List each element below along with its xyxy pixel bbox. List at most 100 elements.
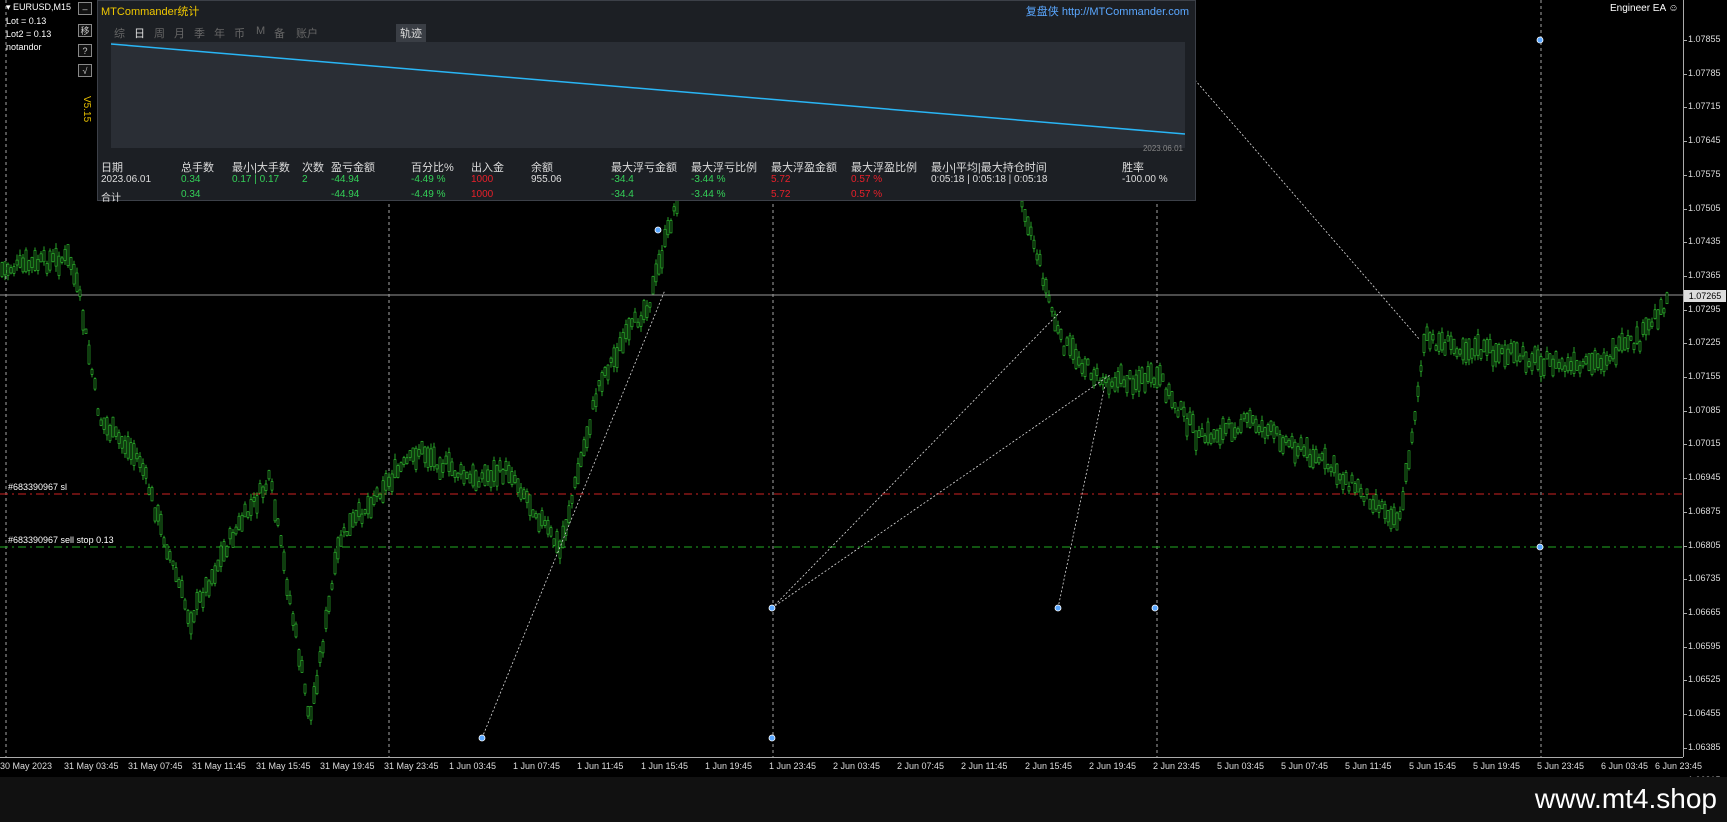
candle-body xyxy=(1260,420,1264,433)
trade-connector xyxy=(771,374,1111,609)
candle-body xyxy=(459,464,463,475)
move-button[interactable]: 移 xyxy=(78,24,92,37)
candle-body xyxy=(1662,308,1666,314)
candle-body xyxy=(1242,413,1246,420)
candle-body xyxy=(1170,391,1174,408)
tab-5[interactable]: 年 xyxy=(214,25,225,41)
candle-body xyxy=(1269,420,1273,432)
time-tick: 2 Jun 07:45 xyxy=(897,761,945,771)
candle-body xyxy=(195,592,199,610)
candle-body xyxy=(99,419,103,426)
candle-body xyxy=(594,393,598,408)
time-axis[interactable]: 30 May 2023 31 May 03:45 31 May 07:45 31 Ma… xyxy=(0,757,1702,777)
candle-body xyxy=(57,255,61,276)
candle-body xyxy=(1569,361,1573,372)
candle-body xyxy=(1629,335,1633,341)
price-tick: 1.07715 xyxy=(1684,101,1721,112)
candle-body xyxy=(1467,338,1471,361)
candle-body xyxy=(1560,358,1564,370)
dropdown-triangle-icon[interactable]: ▾ xyxy=(6,2,11,12)
candle-body xyxy=(1272,424,1276,439)
lot2-label: Lot2 = 0.13 xyxy=(6,29,52,39)
candle-body xyxy=(252,497,256,502)
order-marker xyxy=(768,734,776,742)
tab-2[interactable]: 周 xyxy=(154,25,165,41)
candle-body xyxy=(267,470,271,480)
help-button[interactable]: ? xyxy=(78,44,92,57)
candle-body xyxy=(1422,334,1426,353)
candle-body xyxy=(528,494,532,516)
stats-cell: 1000 xyxy=(471,174,494,185)
candle-body xyxy=(1146,366,1150,382)
candle-body xyxy=(1461,338,1465,361)
time-tick: 2 Jun 03:45 xyxy=(833,761,881,771)
candle-body xyxy=(519,487,523,500)
candle-body xyxy=(612,347,616,367)
tab-6[interactable]: 币 xyxy=(234,25,245,41)
candle-body xyxy=(105,417,109,436)
candle-body xyxy=(579,452,583,467)
stats-cell: 2 xyxy=(302,174,308,185)
candle-body xyxy=(1362,496,1366,502)
candle-body xyxy=(1488,339,1492,354)
time-tick: 2 Jun 15:45 xyxy=(1025,761,1073,771)
candle-body xyxy=(3,261,7,276)
candle-body xyxy=(1137,370,1141,392)
equity-line xyxy=(110,43,1186,135)
stats-cell: -44.94 xyxy=(331,189,360,200)
candle-body xyxy=(456,472,460,478)
tab-4[interactable]: 季 xyxy=(194,25,205,41)
candle-body xyxy=(213,565,217,584)
tab-9[interactable]: 账户 xyxy=(296,25,318,41)
candle-body xyxy=(480,472,484,480)
candle-body xyxy=(426,447,430,468)
tab-1[interactable]: 日 xyxy=(134,25,145,41)
candle-body xyxy=(462,470,466,485)
candle-body xyxy=(111,416,115,438)
candle-body xyxy=(1278,434,1282,452)
tab-7[interactable]: M xyxy=(256,25,265,37)
candle-body xyxy=(201,592,205,608)
candle-body xyxy=(378,493,382,499)
price-tick: 1.07225 xyxy=(1684,337,1721,348)
candle-body xyxy=(633,311,637,323)
candle-body xyxy=(1053,313,1057,332)
candle-body xyxy=(1638,341,1642,352)
tab-track[interactable]: 轨迹 xyxy=(396,24,426,42)
candle-body xyxy=(1296,446,1300,457)
symbol-label: ▾ EURUSD,M15 xyxy=(6,2,72,12)
tab-0[interactable]: 综 xyxy=(114,25,125,41)
candle-body xyxy=(585,426,589,449)
candle-body xyxy=(126,436,130,459)
candle-body xyxy=(351,512,355,528)
candle-body xyxy=(264,483,268,491)
mtcommander-link[interactable]: 复盘侠 http://MTCommander.com xyxy=(1026,3,1189,19)
candle-body xyxy=(78,289,82,298)
stats-header: 次数 xyxy=(302,162,324,174)
candle-body xyxy=(1542,358,1546,377)
candle-body xyxy=(402,457,406,465)
candle-body xyxy=(171,560,175,566)
price-tick: 1.07855 xyxy=(1684,34,1721,44)
tab-3[interactable]: 月 xyxy=(174,25,185,41)
candle-body xyxy=(348,513,352,536)
candle-body xyxy=(477,481,481,488)
candle-body xyxy=(1248,409,1252,428)
candle-body xyxy=(48,250,52,271)
candle-body xyxy=(1026,216,1030,235)
candle-body xyxy=(102,417,106,430)
candle-body xyxy=(1374,494,1378,510)
candle-body xyxy=(1611,337,1615,360)
candle-body xyxy=(1581,361,1585,367)
tab-8[interactable]: 备 xyxy=(274,25,285,41)
stats-header: 日期 xyxy=(101,162,123,174)
price-axis[interactable]: 1.07855 1.07785 1.07715 1.07645 1.07575 1.075… xyxy=(1683,0,1727,785)
mtcommander-stats-panel[interactable]: MTCommander统计 复盘侠 http://MTCommander.com… xyxy=(97,0,1196,204)
candle-body xyxy=(21,257,25,273)
time-tick: 5 Jun 03:45 xyxy=(1217,761,1265,771)
check-button[interactable]: √ xyxy=(78,64,92,77)
candle-body xyxy=(120,436,124,449)
candle-body xyxy=(1446,335,1450,342)
minimize-button[interactable]: – xyxy=(78,2,92,15)
candle-body xyxy=(666,220,670,236)
